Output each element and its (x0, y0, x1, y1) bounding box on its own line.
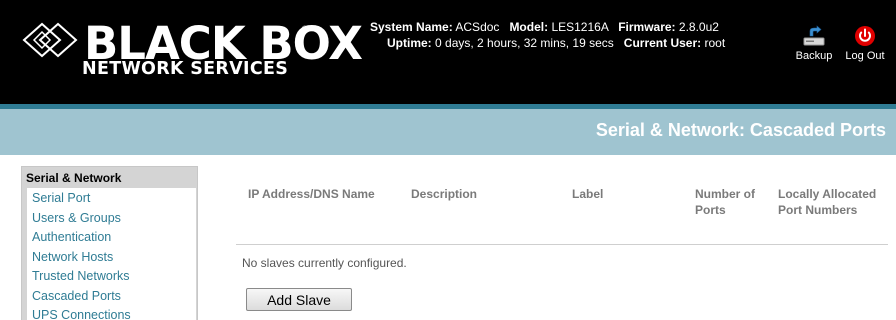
sidebar-menu: Serial Port Users & Groups Authenticatio… (27, 188, 196, 320)
empty-table-message: No slaves currently configured. (242, 256, 407, 270)
firmware-label: Firmware: (618, 20, 676, 34)
model-label: Model: (509, 20, 549, 34)
column-number-of-ports: Number of Ports (695, 187, 755, 217)
system-info-line-2: Uptime: 0 days, 2 hours, 32 mins, 19 sec… (370, 35, 725, 51)
sidebar-item-network-hosts[interactable]: Network Hosts (27, 248, 196, 268)
sidebar-item-users-groups[interactable]: Users & Groups (27, 209, 196, 229)
slaves-table-header: IP Address/DNS Name Description Label Nu… (236, 186, 888, 245)
model-value: LES1216A (551, 20, 609, 34)
sidebar-item-serial-port[interactable]: Serial Port (27, 189, 196, 209)
column-label: Label (572, 187, 604, 201)
sidebar-item-cascaded-ports[interactable]: Cascaded Ports (27, 287, 196, 307)
logo-diamond-icon (22, 22, 78, 58)
current-user-value: root (704, 36, 726, 50)
column-description: Description (411, 187, 478, 201)
backup-drive-icon (803, 25, 825, 46)
backup-label: Backup (795, 50, 833, 62)
sidebar-item-trusted-networks[interactable]: Trusted Networks (27, 267, 196, 287)
power-icon (855, 26, 875, 46)
current-user-label: Current User: (623, 36, 702, 50)
firmware-value: 2.8.0u2 (678, 20, 719, 34)
page-title: Serial & Network: Cascaded Ports (595, 120, 886, 140)
brand-logo: BLACK BOX ® NETWORK SERVICES (22, 20, 363, 90)
backup-button[interactable]: Backup (792, 25, 836, 62)
system-info: System Name: ACSdoc Model: LES1216A Firm… (370, 19, 725, 51)
sidebar: Serial & Network Serial Port Users & Gro… (21, 166, 198, 320)
sidebar-section-title: Serial & Network (26, 171, 122, 185)
sidebar-item-authentication[interactable]: Authentication (27, 228, 196, 248)
logout-button[interactable]: Log Out (843, 25, 887, 62)
brand-registered: ® (302, 26, 308, 33)
uptime-value: 0 days, 2 hours, 32 mins, 19 secs (435, 36, 614, 50)
header-bar: BLACK BOX ® NETWORK SERVICES System Name… (0, 0, 896, 104)
logout-label: Log Out (845, 50, 885, 62)
system-info-line-1: System Name: ACSdoc Model: LES1216A Firm… (370, 19, 725, 35)
system-name-label: System Name: (370, 20, 453, 34)
column-ip-address: IP Address/DNS Name (248, 187, 375, 201)
system-name-value: ACSdoc (455, 20, 500, 34)
uptime-label: Uptime: (387, 36, 432, 50)
brand-subtitle: NETWORK SERVICES (82, 59, 289, 79)
sidebar-item-ups-connections[interactable]: UPS Connections (27, 306, 196, 320)
column-allocated-port-numbers: Locally Allocated Port Numbers (778, 187, 877, 217)
add-slave-button[interactable]: Add Slave (246, 288, 352, 311)
